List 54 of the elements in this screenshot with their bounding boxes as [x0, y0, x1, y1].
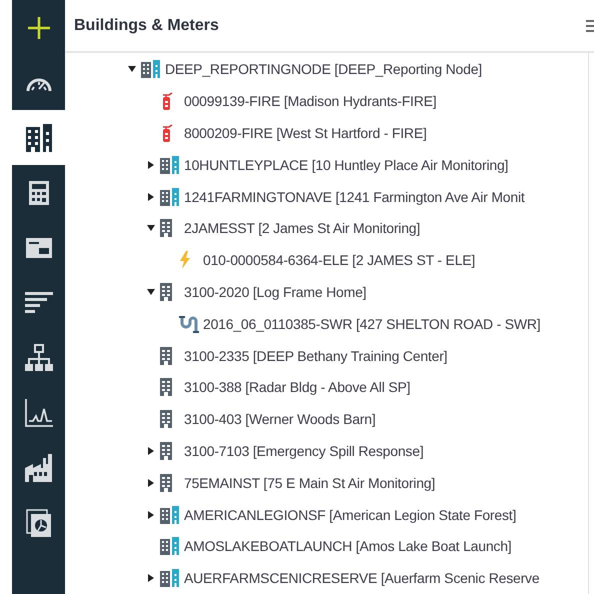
building-icon	[160, 410, 172, 428]
lightning-icon	[179, 251, 191, 270]
panel-title: Buildings & Meters	[74, 16, 220, 35]
list-icon	[24, 292, 52, 314]
fire-extinguisher-icon	[160, 124, 174, 142]
tree-item-label[interactable]: 10HUNTLEYPLACE [10 Huntley Place Air Monitoring]	[184, 156, 508, 173]
tree-item-label[interactable]: AMERICANLEGIONSF [American Legion State Forest]	[184, 506, 516, 522]
expand-caret-icon[interactable]	[148, 192, 154, 201]
buildings-icon	[160, 506, 180, 524]
expand-caret-icon[interactable]	[148, 478, 154, 487]
pie-report-icon	[26, 508, 52, 536]
tree-item-label[interactable]: 3100-2335 [DEEP Bethany Training Center]	[184, 348, 448, 364]
hierarchy-icon	[24, 344, 52, 372]
tree-item-label[interactable]: 3100-2020 [Log Frame Home]	[184, 284, 366, 300]
expand-caret-icon[interactable]	[148, 574, 154, 582]
buildings-icon	[160, 156, 180, 174]
tree-item-label[interactable]: 010-0000584-6364-ELE [2 JAMES ST - ELE]	[203, 252, 476, 268]
fire-extinguisher-icon	[160, 92, 174, 110]
tree-item-label[interactable]: DEEP_REPORTINGNODE [DEEP_Reporting Node]	[165, 61, 482, 78]
buildings-icon	[160, 569, 180, 588]
bill-icon	[24, 236, 52, 258]
building-icon	[160, 442, 172, 460]
expand-caret-icon[interactable]	[148, 160, 154, 169]
collapse-caret-icon[interactable]	[128, 66, 136, 72]
tree-item-label[interactable]: 00099139-FIRE [Madison Hydrants-FIRE]	[184, 93, 436, 110]
building-icon	[160, 282, 172, 301]
collapse-caret-icon[interactable]	[147, 288, 155, 295]
tree-item-label[interactable]: 1241FARMINGTONAVE [1241 Farmington Ave Air Monit	[184, 188, 525, 205]
building-icon	[160, 474, 172, 492]
buildings-icon	[160, 188, 180, 206]
menu-icon[interactable]	[584, 18, 594, 33]
expand-caret-icon[interactable]	[148, 510, 154, 518]
tree-item-label[interactable]: 75EMAINST [75 E Main St Air Monitoring]	[184, 474, 436, 491]
add-icon	[26, 16, 50, 40]
expand-caret-icon[interactable]	[148, 446, 154, 455]
tree-item-label[interactable]: 3100-388 [Radar Bldg - Above All SP]	[184, 379, 410, 396]
tree-item-label[interactable]: 3100-403 [Werner Woods Barn]	[184, 411, 376, 428]
tree-item-label[interactable]: 3100-7103 [Emergency Spill Response]	[184, 442, 424, 459]
buildings-icon	[160, 537, 180, 556]
tree-item-label[interactable]: AMOSLAKEBOATLAUNCH [Amos Lake Boat Launch]	[184, 538, 512, 554]
buildings-icon	[24, 124, 52, 152]
building-icon	[160, 346, 172, 365]
tree-item-label[interactable]: 2JAMESST [2 James St Air Monitoring]	[184, 220, 420, 236]
tree-item-label[interactable]: 8000209-FIRE [West St Hartford - FIRE]	[184, 124, 427, 141]
building-icon	[160, 378, 172, 396]
building-icon	[160, 219, 172, 238]
tree-item-label[interactable]: 2016_06_0110385-SWR [427 SHELTON ROAD - SWR]	[203, 316, 540, 332]
tree-item-label[interactable]: AUERFARMSCENICRESERVE [Auerfarm Scenic Reserve	[184, 570, 540, 586]
factory-icon	[24, 454, 52, 482]
calculator-icon	[28, 180, 50, 206]
pipe-icon	[179, 314, 199, 333]
line-chart-icon	[24, 398, 52, 426]
collapse-caret-icon[interactable]	[147, 225, 155, 232]
buildings-icon	[141, 60, 161, 78]
